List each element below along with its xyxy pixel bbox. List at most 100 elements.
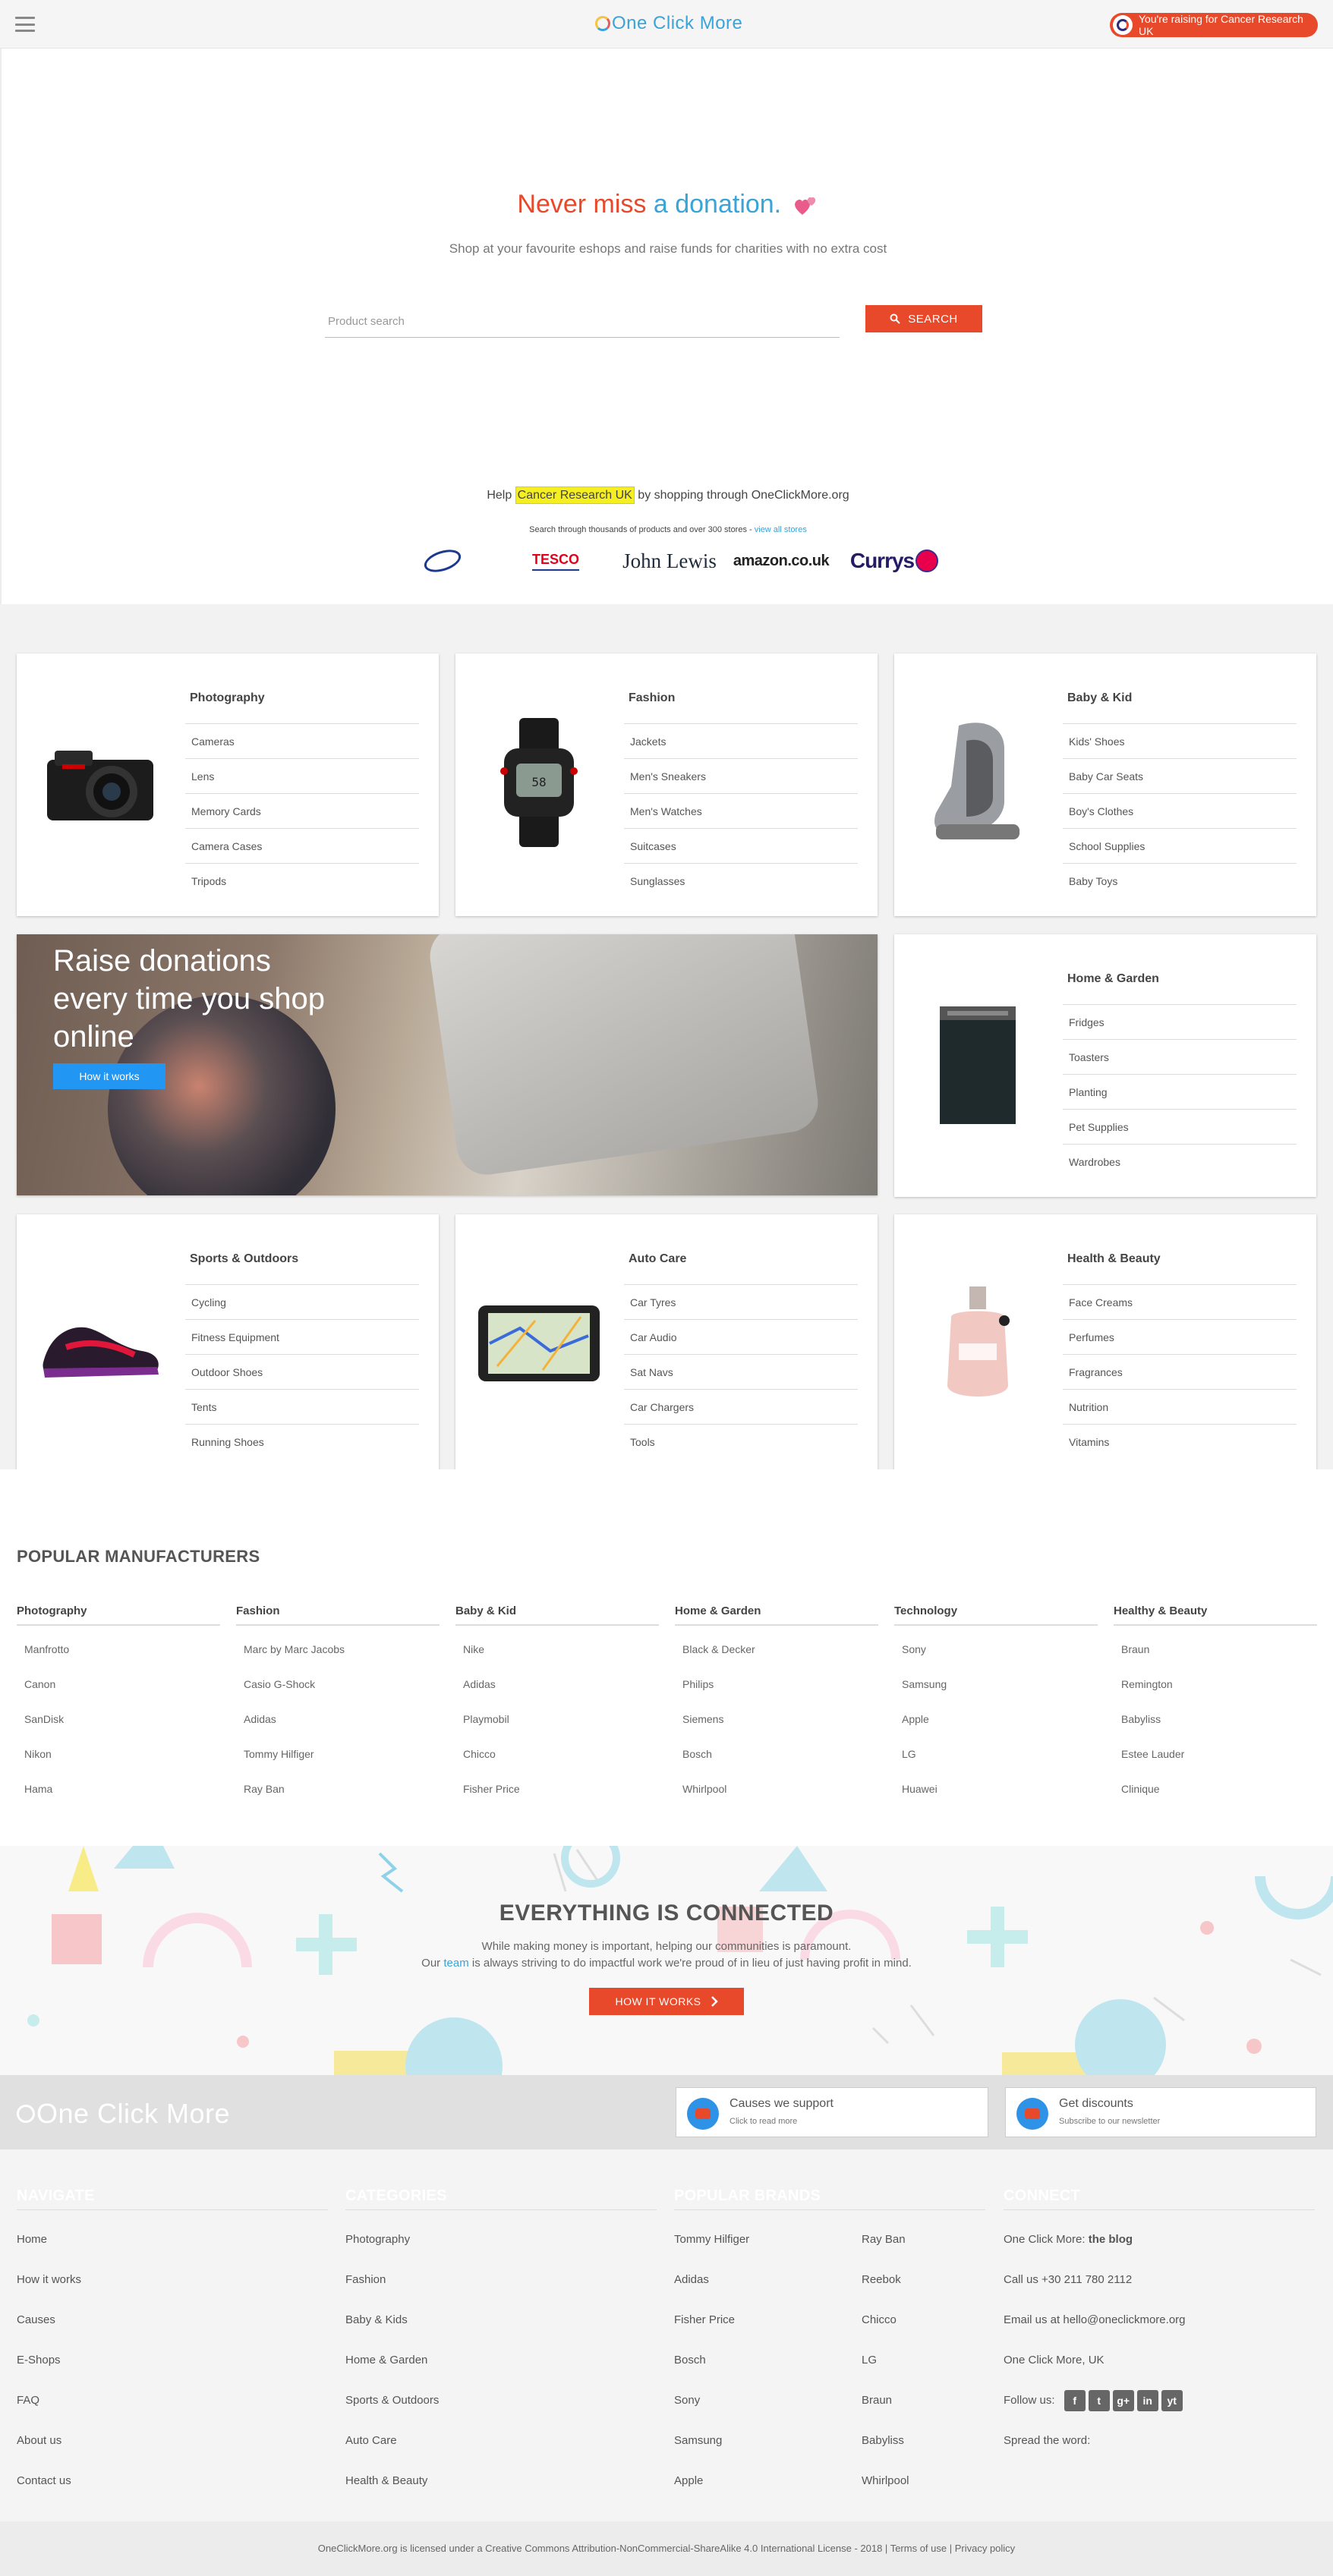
manufacturer-link[interactable]: LG bbox=[894, 1737, 1098, 1771]
category-card-health-beauty[interactable]: Health & Beauty Face Creams Perfumes Fra… bbox=[894, 1214, 1316, 1477]
category-link[interactable]: Men's Sneakers bbox=[624, 759, 858, 794]
category-link[interactable]: Tripods bbox=[185, 864, 419, 899]
manufacturer-link[interactable]: Estee Lauder bbox=[1114, 1737, 1317, 1771]
manufacturer-link[interactable]: Braun bbox=[1114, 1632, 1317, 1667]
manufacturer-link[interactable]: SanDisk bbox=[17, 1702, 220, 1737]
twitter-icon[interactable]: t bbox=[1088, 2390, 1110, 2412]
footer-link[interactable]: Sports & Outdoors bbox=[345, 2380, 657, 2420]
footer-link[interactable]: Babyliss bbox=[862, 2420, 909, 2461]
store-john-lewis[interactable]: John Lewis bbox=[616, 542, 723, 580]
footer-link[interactable]: Whirlpool bbox=[862, 2461, 909, 2501]
manufacturer-link[interactable]: Black & Decker bbox=[675, 1632, 878, 1667]
footer-link[interactable]: Causes bbox=[17, 2300, 328, 2340]
category-link[interactable]: Lens bbox=[185, 759, 419, 794]
category-link[interactable]: Tents bbox=[185, 1390, 419, 1425]
discounts-card[interactable]: Get discounts Subscribe to our newslette… bbox=[1005, 2087, 1316, 2137]
manufacturer-link[interactable]: Siemens bbox=[675, 1702, 878, 1737]
category-card-fashion[interactable]: 58 Fashion Jackets Men's Sneakers Men's … bbox=[455, 653, 878, 916]
category-link[interactable]: Jackets bbox=[624, 724, 858, 759]
store-boots[interactable] bbox=[416, 542, 469, 580]
footer-link[interactable]: Baby & Kids bbox=[345, 2300, 657, 2340]
manufacturer-link[interactable]: Remington bbox=[1114, 1667, 1317, 1702]
footer-link[interactable]: Auto Care bbox=[345, 2420, 657, 2461]
causes-card[interactable]: Causes we support Click to read more bbox=[676, 2087, 988, 2137]
store-amazon[interactable]: amazon.co.uk bbox=[732, 542, 830, 580]
category-link[interactable]: Baby Car Seats bbox=[1063, 759, 1297, 794]
category-link[interactable]: Wardrobes bbox=[1063, 1145, 1297, 1179]
category-link[interactable]: Camera Cases bbox=[185, 829, 419, 864]
youtube-icon[interactable]: yt bbox=[1161, 2390, 1183, 2412]
manufacturer-link[interactable]: Bosch bbox=[675, 1737, 878, 1771]
manufacturer-link[interactable]: Tommy Hilfiger bbox=[236, 1737, 440, 1771]
email-item[interactable]: Email us at hello@oneclickmore.org bbox=[1004, 2300, 1315, 2340]
category-link[interactable]: Toasters bbox=[1063, 1040, 1297, 1075]
category-link[interactable]: Cameras bbox=[185, 724, 419, 759]
manufacturer-link[interactable]: Fisher Price bbox=[455, 1771, 659, 1806]
manufacturer-link[interactable]: Casio G-Shock bbox=[236, 1667, 440, 1702]
footer-link[interactable]: Braun bbox=[862, 2380, 909, 2420]
menu-icon[interactable] bbox=[15, 17, 35, 32]
category-link[interactable]: Face Creams bbox=[1063, 1285, 1297, 1320]
footer-link[interactable]: LG bbox=[862, 2340, 909, 2380]
product-search-input[interactable] bbox=[325, 306, 840, 338]
footer-link[interactable]: Apple bbox=[674, 2461, 749, 2501]
category-card-sports-outdoors[interactable]: Sports & Outdoors Cycling Fitness Equipm… bbox=[17, 1214, 439, 1477]
manufacturer-link[interactable]: Huawei bbox=[894, 1771, 1098, 1806]
manufacturer-link[interactable]: Chicco bbox=[455, 1737, 659, 1771]
category-link[interactable]: Cycling bbox=[185, 1285, 419, 1320]
category-link[interactable]: Boy's Clothes bbox=[1063, 794, 1297, 829]
category-link[interactable]: Vitamins bbox=[1063, 1425, 1297, 1460]
category-link[interactable]: Fitness Equipment bbox=[185, 1320, 419, 1355]
phone-item[interactable]: Call us +30 211 780 2112 bbox=[1004, 2260, 1315, 2300]
footer-link[interactable]: Ray Ban bbox=[862, 2219, 909, 2260]
footer-link[interactable]: Chicco bbox=[862, 2300, 909, 2340]
manufacturer-link[interactable]: Apple bbox=[894, 1702, 1098, 1737]
category-link[interactable]: School Supplies bbox=[1063, 829, 1297, 864]
footer-link[interactable]: Home & Garden bbox=[345, 2340, 657, 2380]
category-link[interactable]: Car Audio bbox=[624, 1320, 858, 1355]
view-all-stores-link[interactable]: view all stores bbox=[755, 525, 807, 534]
footer-link[interactable]: Home bbox=[17, 2219, 328, 2260]
footer-link[interactable]: Fisher Price bbox=[674, 2300, 749, 2340]
facebook-icon[interactable]: f bbox=[1064, 2390, 1086, 2412]
privacy-link[interactable]: Privacy policy bbox=[955, 2543, 1015, 2554]
category-link[interactable]: Perfumes bbox=[1063, 1320, 1297, 1355]
manufacturer-link[interactable]: Whirlpool bbox=[675, 1771, 878, 1806]
manufacturer-link[interactable]: Adidas bbox=[455, 1667, 659, 1702]
footer-link[interactable]: Photography bbox=[345, 2219, 657, 2260]
category-link[interactable]: Suitcases bbox=[624, 829, 858, 864]
manufacturer-link[interactable]: Nike bbox=[455, 1632, 659, 1667]
category-link[interactable]: Sat Navs bbox=[624, 1355, 858, 1390]
footer-link[interactable]: Tommy Hilfiger bbox=[674, 2219, 749, 2260]
manufacturer-link[interactable]: Hama bbox=[17, 1771, 220, 1806]
category-link[interactable]: Car Chargers bbox=[624, 1390, 858, 1425]
charity-highlight[interactable]: Cancer Research UK bbox=[515, 487, 635, 504]
manufacturer-link[interactable]: Sony bbox=[894, 1632, 1098, 1667]
how-it-works-button[interactable]: HOW IT WORKS bbox=[589, 1988, 744, 2015]
team-link[interactable]: team bbox=[443, 1957, 468, 1970]
store-tesco[interactable]: TESCO bbox=[525, 542, 586, 580]
raising-for-button[interactable]: You're raising for Cancer Research UK bbox=[1110, 13, 1318, 37]
category-link[interactable]: Kids' Shoes bbox=[1063, 724, 1297, 759]
manufacturer-link[interactable]: Manfrotto bbox=[17, 1632, 220, 1667]
category-link[interactable]: Running Shoes bbox=[185, 1425, 419, 1460]
footer-link[interactable]: Contact us bbox=[17, 2461, 328, 2501]
category-link[interactable]: Outdoor Shoes bbox=[185, 1355, 419, 1390]
category-link[interactable]: Men's Watches bbox=[624, 794, 858, 829]
banner-how-it-works-button[interactable]: How it works bbox=[53, 1063, 165, 1089]
manufacturer-link[interactable]: Canon bbox=[17, 1667, 220, 1702]
category-card-auto-care[interactable]: Auto Care Car Tyres Car Audio Sat Navs C… bbox=[455, 1214, 878, 1477]
footer-link[interactable]: FAQ bbox=[17, 2380, 328, 2420]
footer-link[interactable]: E-Shops bbox=[17, 2340, 328, 2380]
search-button[interactable]: SEARCH bbox=[865, 305, 982, 332]
category-card-photography[interactable]: Photography Cameras Lens Memory Cards Ca… bbox=[17, 653, 439, 916]
linkedin-icon[interactable]: in bbox=[1136, 2390, 1158, 2412]
manufacturer-link[interactable]: Philips bbox=[675, 1667, 878, 1702]
footer-link[interactable]: Adidas bbox=[674, 2260, 749, 2300]
manufacturer-link[interactable]: Clinique bbox=[1114, 1771, 1317, 1806]
google-plus-icon[interactable]: g+ bbox=[1112, 2390, 1134, 2412]
footer-link[interactable]: About us bbox=[17, 2420, 328, 2461]
manufacturer-link[interactable]: Babyliss bbox=[1114, 1702, 1317, 1737]
manufacturer-link[interactable]: Samsung bbox=[894, 1667, 1098, 1702]
category-link[interactable]: Nutrition bbox=[1063, 1390, 1297, 1425]
